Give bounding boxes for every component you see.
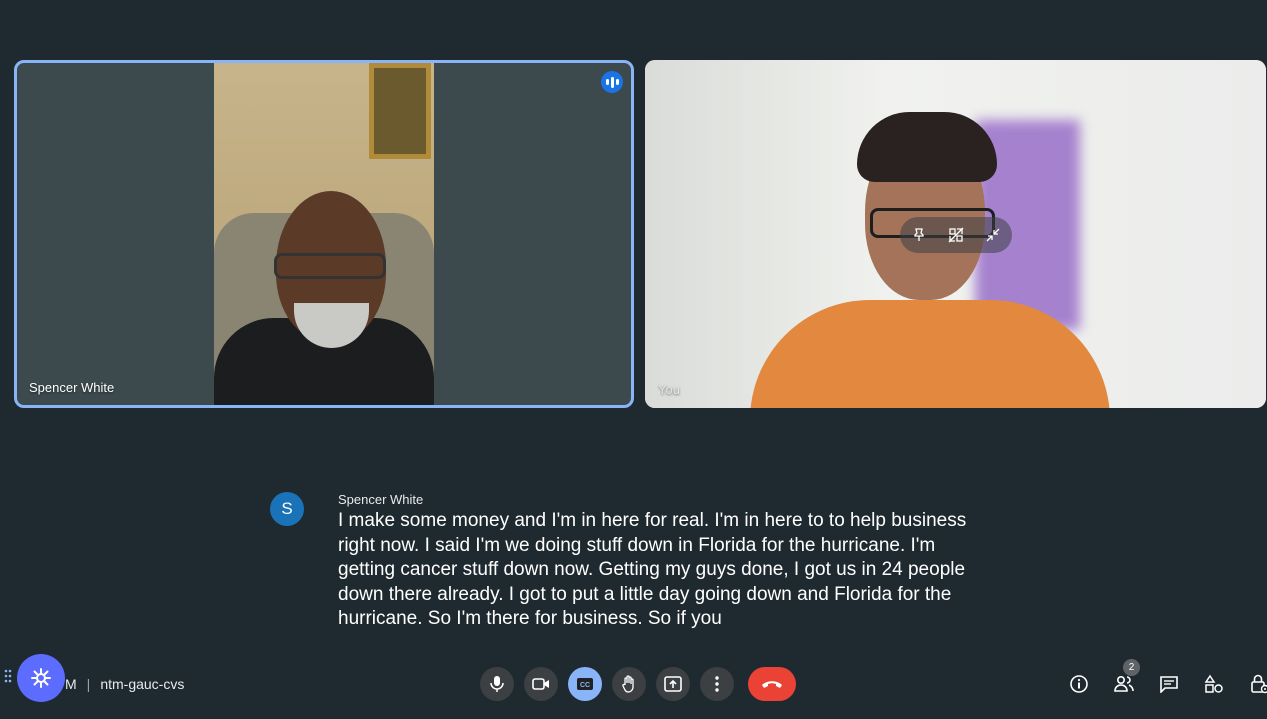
caption-text: I make some money and I'm in here for re… bbox=[338, 510, 967, 629]
raise-hand-button[interactable] bbox=[612, 667, 646, 701]
speaking-indicator-icon bbox=[601, 71, 623, 93]
call-controls: CC bbox=[480, 667, 796, 701]
mic-button[interactable] bbox=[480, 667, 514, 701]
info-button[interactable] bbox=[1068, 672, 1090, 696]
chat-icon bbox=[1160, 676, 1178, 693]
participant-tile-spencer[interactable]: Spencer White bbox=[14, 60, 634, 408]
more-options-icon bbox=[715, 676, 719, 692]
meeting-code: ntm-gauc-cvs bbox=[100, 676, 185, 692]
activities-icon bbox=[1204, 674, 1223, 693]
caption-speaker: Spencer White bbox=[338, 492, 424, 507]
chat-button[interactable] bbox=[1158, 672, 1180, 696]
wall-picture-frame bbox=[369, 63, 431, 159]
activities-button[interactable] bbox=[1203, 672, 1225, 696]
spark-icon bbox=[31, 668, 51, 688]
separator: | bbox=[86, 676, 91, 692]
meeting-initial: M bbox=[65, 676, 77, 692]
info-icon bbox=[1070, 675, 1088, 693]
minimize-icon[interactable] bbox=[985, 227, 1001, 243]
more-options-button[interactable] bbox=[700, 667, 734, 701]
people-icon bbox=[1114, 675, 1134, 692]
people-button[interactable]: 2 bbox=[1113, 659, 1140, 696]
end-call-button[interactable] bbox=[748, 667, 796, 701]
svg-text:CC: CC bbox=[580, 682, 590, 689]
mic-icon bbox=[490, 676, 504, 692]
participant-name: Spencer White bbox=[29, 380, 115, 395]
side-controls: 2 bbox=[1068, 659, 1267, 696]
pin-icon[interactable] bbox=[911, 227, 927, 243]
people-count-badge: 2 bbox=[1123, 659, 1140, 676]
hair bbox=[857, 112, 997, 182]
participant-name: You bbox=[658, 382, 680, 397]
gemini-button[interactable] bbox=[17, 654, 65, 702]
participant-video bbox=[214, 63, 434, 405]
avatar: S bbox=[270, 492, 304, 526]
participant-tile-self[interactable]: You bbox=[645, 60, 1266, 408]
tile-controls bbox=[900, 217, 1012, 253]
end-call-icon bbox=[762, 681, 782, 688]
drag-handle-icon[interactable] bbox=[4, 669, 12, 683]
host-controls-button[interactable] bbox=[1248, 672, 1267, 696]
captions-button[interactable]: CC bbox=[568, 667, 602, 701]
present-button[interactable] bbox=[656, 667, 690, 701]
meeting-details: M | ntm-gauc-cvs bbox=[65, 676, 184, 692]
camera-button[interactable] bbox=[524, 667, 558, 701]
camera-icon bbox=[532, 678, 549, 690]
captions-icon: CC bbox=[577, 678, 593, 690]
present-icon bbox=[664, 676, 682, 692]
raise-hand-icon bbox=[622, 675, 634, 693]
glasses bbox=[274, 253, 386, 279]
host-controls-icon bbox=[1251, 674, 1267, 694]
frame-icon[interactable] bbox=[948, 227, 964, 243]
